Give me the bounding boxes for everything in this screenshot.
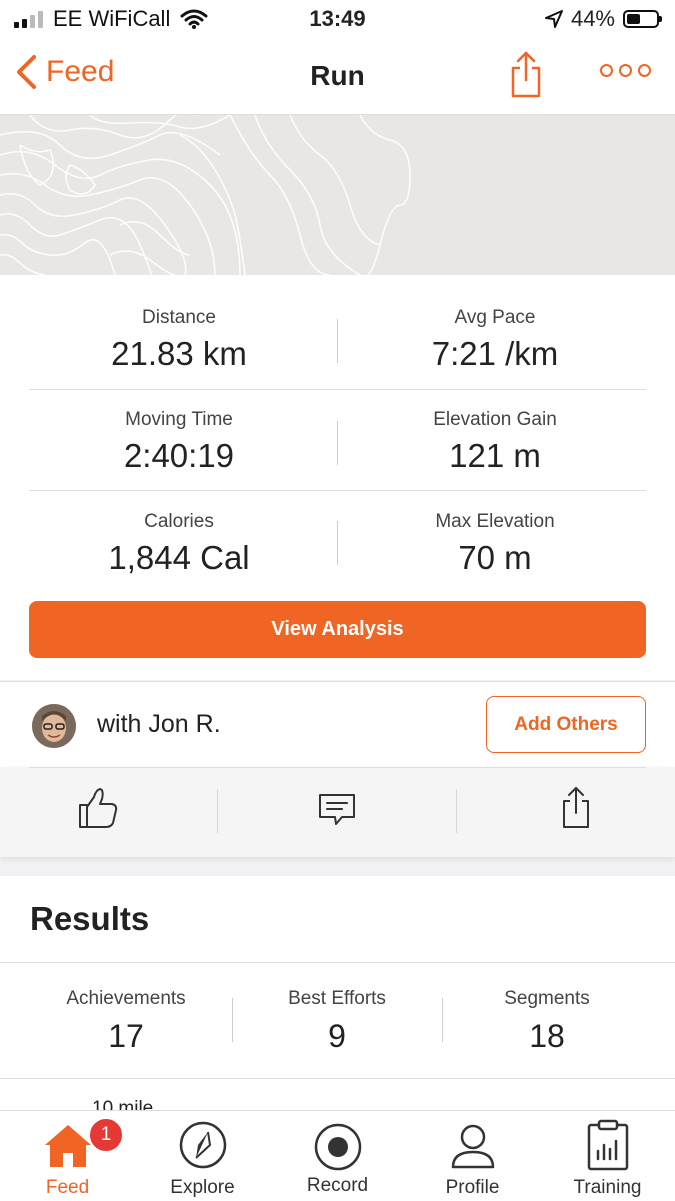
results-label: Best Efforts — [288, 988, 386, 1009]
nav-bar: Feed Run — [0, 40, 675, 115]
notification-badge: 1 — [88, 1117, 124, 1153]
share-icon — [563, 787, 589, 828]
stats-panel: Distance 21.83 km Avg Pace 7:21 /km Movi… — [0, 275, 675, 680]
tab-feed[interactable]: 1 Feed — [0, 1111, 135, 1201]
results-section: Results Achievements 17 Best Efforts 9 S… — [0, 876, 675, 1119]
tab-profile[interactable]: Profile — [405, 1111, 540, 1201]
stat-value: 121 m — [449, 437, 541, 474]
results-achievements[interactable]: Achievements 17 — [16, 988, 236, 1055]
kudos-button[interactable] — [76, 785, 126, 835]
stat-label: Moving Time — [125, 409, 233, 430]
tab-record[interactable]: Record — [270, 1111, 405, 1201]
stat-max-elevation: Max Elevation 70 m — [345, 511, 645, 577]
stat-elevation-gain: Elevation Gain 121 m — [345, 409, 645, 475]
results-value: 9 — [328, 1018, 346, 1054]
results-value: 17 — [108, 1018, 144, 1054]
stat-label: Calories — [144, 511, 214, 532]
record-icon — [314, 1123, 362, 1171]
with-athletes-text[interactable]: with Jon R. — [97, 710, 221, 739]
stat-value: 1,844 Cal — [108, 539, 250, 576]
stat-label: Elevation Gain — [433, 409, 557, 430]
topo-map-lines — [0, 115, 411, 275]
battery-percent: 44% — [570, 6, 615, 31]
comment-icon — [319, 794, 355, 825]
divider — [456, 789, 457, 833]
location-arrow-icon — [544, 10, 563, 28]
divider — [29, 767, 646, 768]
divider — [29, 389, 646, 390]
divider — [0, 1078, 675, 1079]
results-label: Achievements — [66, 988, 186, 1009]
status-right: 44% — [544, 6, 662, 32]
share-activity-button[interactable] — [554, 785, 604, 835]
with-athletes-row: with Jon R. Add Others — [0, 681, 675, 768]
results-value: 18 — [529, 1018, 565, 1054]
tab-label: Explore — [170, 1177, 235, 1198]
tab-label: Feed — [45, 1177, 90, 1198]
results-title: Results — [30, 900, 150, 937]
divider — [0, 962, 675, 963]
add-others-button[interactable]: Add Others — [486, 696, 646, 753]
stat-label: Distance — [142, 307, 216, 328]
page-title: Run — [310, 60, 365, 91]
stat-value: 70 m — [458, 539, 532, 576]
divider — [337, 421, 338, 465]
route-map[interactable] — [0, 115, 675, 275]
comment-button[interactable] — [314, 785, 364, 835]
tab-label: Record — [306, 1175, 369, 1196]
battery-icon — [623, 10, 662, 28]
stat-label: Max Elevation — [435, 511, 555, 532]
stat-distance: Distance 21.83 km — [29, 307, 329, 373]
tab-training[interactable]: Training — [540, 1111, 675, 1201]
avatar-image — [32, 704, 76, 748]
home-icon — [45, 1125, 91, 1167]
more-options-button[interactable] — [600, 64, 651, 77]
share-button[interactable] — [506, 50, 546, 100]
stat-label: Avg Pace — [454, 307, 536, 328]
stat-value: 21.83 km — [111, 335, 247, 372]
compass-icon — [179, 1121, 227, 1169]
divider — [337, 319, 338, 363]
tab-label: Training — [573, 1177, 642, 1198]
view-analysis-button[interactable]: View Analysis — [29, 601, 646, 658]
avatar[interactable] — [32, 704, 76, 748]
tab-label: Profile — [445, 1177, 500, 1198]
results-label: Segments — [504, 988, 590, 1009]
stat-value: 2:40:19 — [123, 437, 235, 474]
stat-calories: Calories 1,844 Cal — [29, 511, 329, 577]
clipboard-chart-icon — [587, 1119, 629, 1171]
divider — [217, 789, 218, 833]
results-segments[interactable]: Segments 18 — [437, 988, 657, 1055]
stat-value: 7:21 /km — [431, 335, 559, 372]
profile-icon — [451, 1124, 495, 1169]
status-bar: EE WiFiCall 13:49 44% — [0, 0, 675, 40]
action-bar — [0, 767, 675, 857]
tab-bar: 1 Feed Explore Record Profile Training — [0, 1110, 675, 1201]
results-best-efforts[interactable]: Best Efforts 9 — [227, 988, 447, 1055]
thumbs-up-icon — [79, 788, 118, 828]
stat-moving-time: Moving Time 2:40:19 — [29, 409, 329, 475]
stat-avg-pace: Avg Pace 7:21 /km — [345, 307, 645, 373]
divider — [337, 521, 338, 565]
tab-explore[interactable]: Explore — [135, 1111, 270, 1201]
share-icon — [511, 51, 541, 98]
divider — [29, 490, 646, 491]
